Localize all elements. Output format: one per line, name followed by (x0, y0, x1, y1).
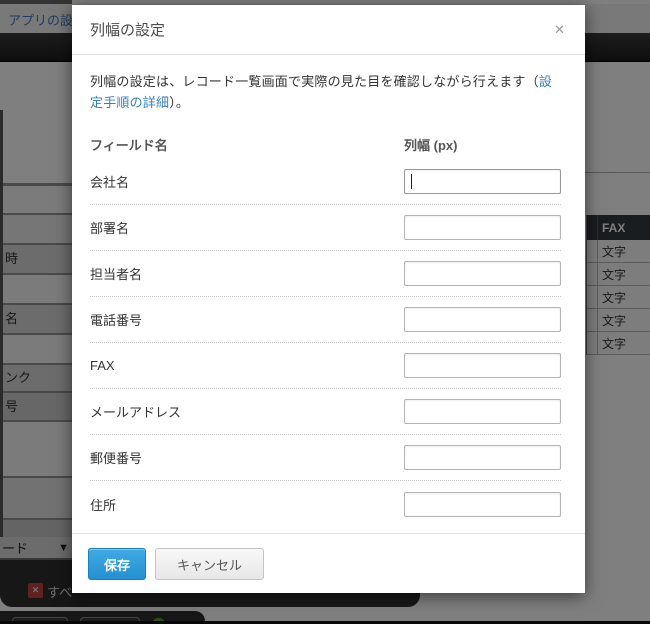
width-input-phone-number[interactable] (404, 307, 561, 333)
field-label: 電話番号 (90, 313, 143, 329)
field-label: 部署名 (90, 221, 130, 237)
width-input-fax[interactable] (404, 353, 561, 379)
description-text: 列幅の設定は、レコード一覧画面で実際の見た目を確認しながら行えます（ (90, 74, 539, 89)
field-row-company-name: 会社名 (90, 159, 561, 206)
field-name-column-header: フィールド名 (90, 137, 168, 153)
width-input-contact-name[interactable] (404, 261, 561, 287)
field-label: 担当者名 (90, 267, 143, 283)
dialog-description: 列幅の設定は、レコード一覧画面で実際の見た目を確認しながら行えます（設定手順の詳… (90, 71, 561, 113)
field-label: 郵便番号 (90, 451, 143, 467)
field-label: 住所 (90, 497, 117, 513)
field-label: メールアドレス (90, 405, 182, 421)
field-row-postal-code: 郵便番号 (90, 435, 561, 482)
field-row-address: 住所 (90, 481, 561, 527)
width-px-column-header: 列幅 (px) (404, 137, 458, 153)
field-row-fax: FAX (90, 343, 561, 390)
width-input-email[interactable] (404, 399, 561, 425)
dialog-header: 列幅の設定 ✕ (72, 5, 585, 55)
cancel-button[interactable]: キャンセル (155, 548, 265, 580)
text-cursor (411, 174, 412, 190)
dialog-title: 列幅の設定 (90, 22, 166, 39)
width-input-company-name[interactable] (404, 169, 561, 195)
save-button[interactable]: 保存 (88, 548, 147, 580)
field-row-department-name: 部署名 (90, 205, 561, 252)
dialog-body: 列幅の設定は、レコード一覧画面で実際の見た目を確認しながら行えます（設定手順の詳… (72, 55, 585, 533)
dialog-footer: 保存 キャンセル (72, 533, 585, 593)
width-input-address[interactable] (404, 491, 561, 517)
field-row-contact-name: 担当者名 (90, 251, 561, 298)
description-suffix: ）。 (169, 95, 190, 111)
field-row-phone-number: 電話番号 (90, 297, 561, 344)
column-headers-row: フィールド名 列幅 (px) (90, 129, 561, 159)
column-width-settings-dialog: 列幅の設定 ✕ 列幅の設定は、レコード一覧画面で実際の見た目を確認しながら行えま… (72, 5, 585, 593)
close-icon[interactable]: ✕ (550, 19, 569, 40)
field-label: 会社名 (90, 175, 130, 191)
width-input-postal-code[interactable] (404, 445, 561, 471)
field-row-email: メールアドレス (90, 389, 561, 436)
width-input-department-name[interactable] (404, 215, 561, 241)
field-label: FAX (90, 358, 115, 374)
